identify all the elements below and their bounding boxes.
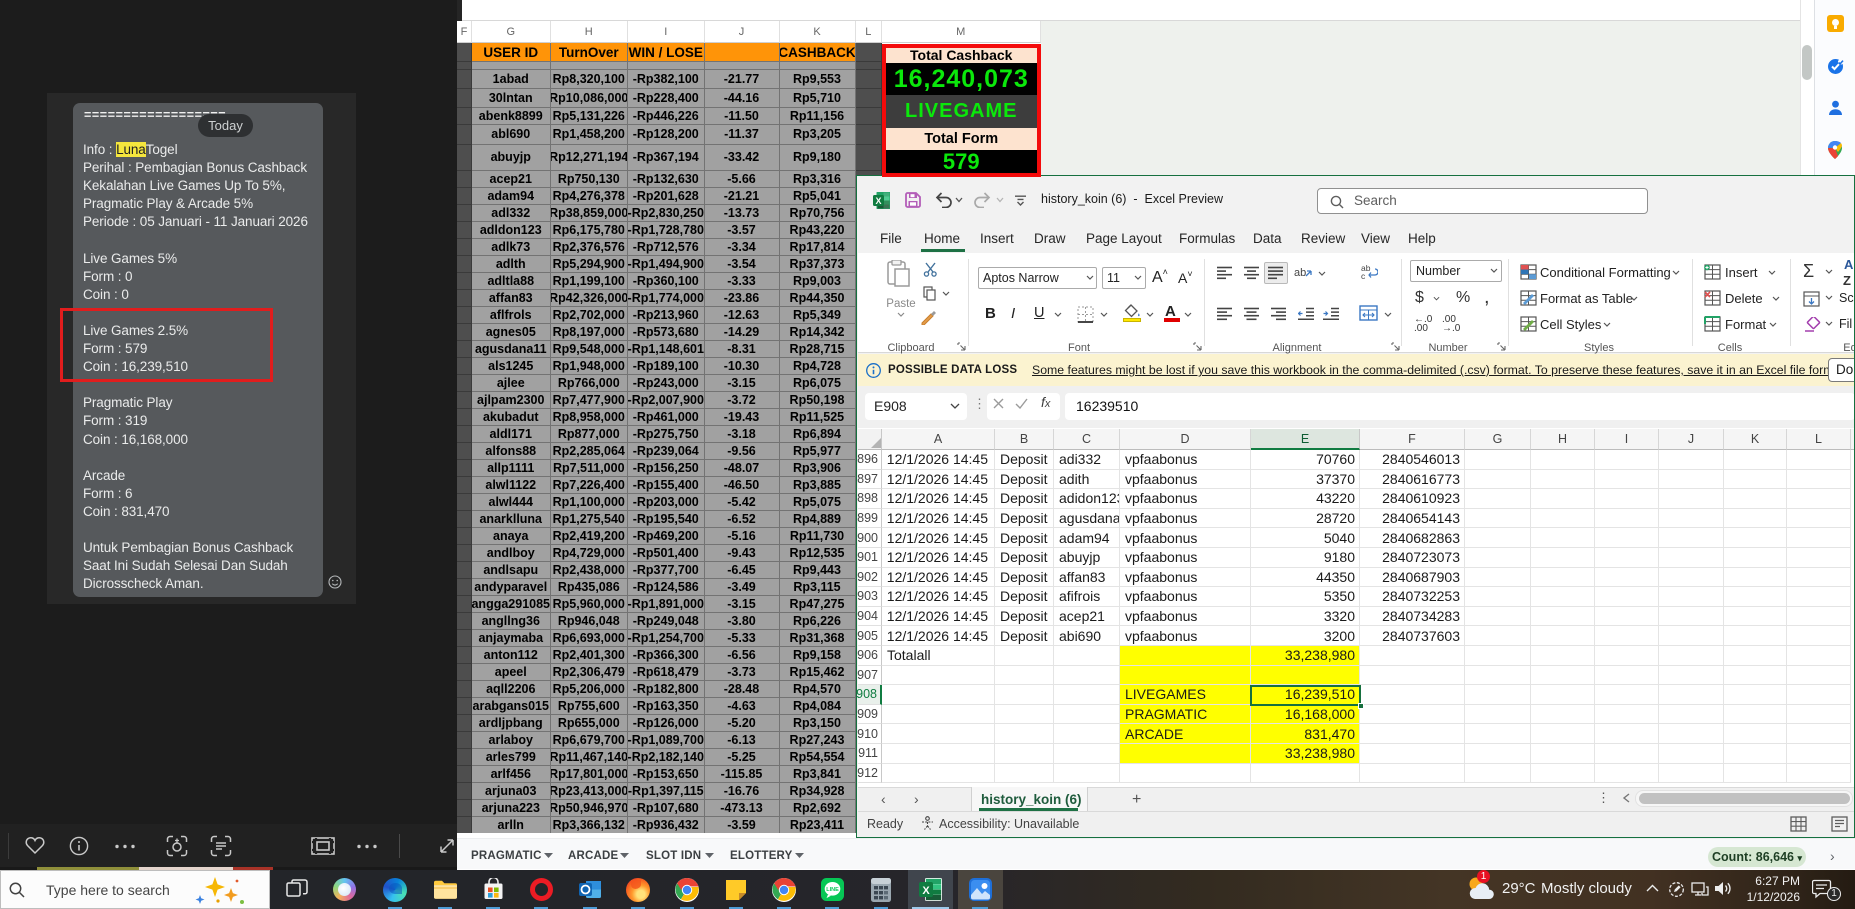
svg-text:ab: ab	[1294, 267, 1306, 279]
svg-text:LINE: LINE	[826, 887, 839, 893]
svg-text:X: X	[922, 885, 930, 897]
svg-text:X: X	[875, 196, 881, 206]
